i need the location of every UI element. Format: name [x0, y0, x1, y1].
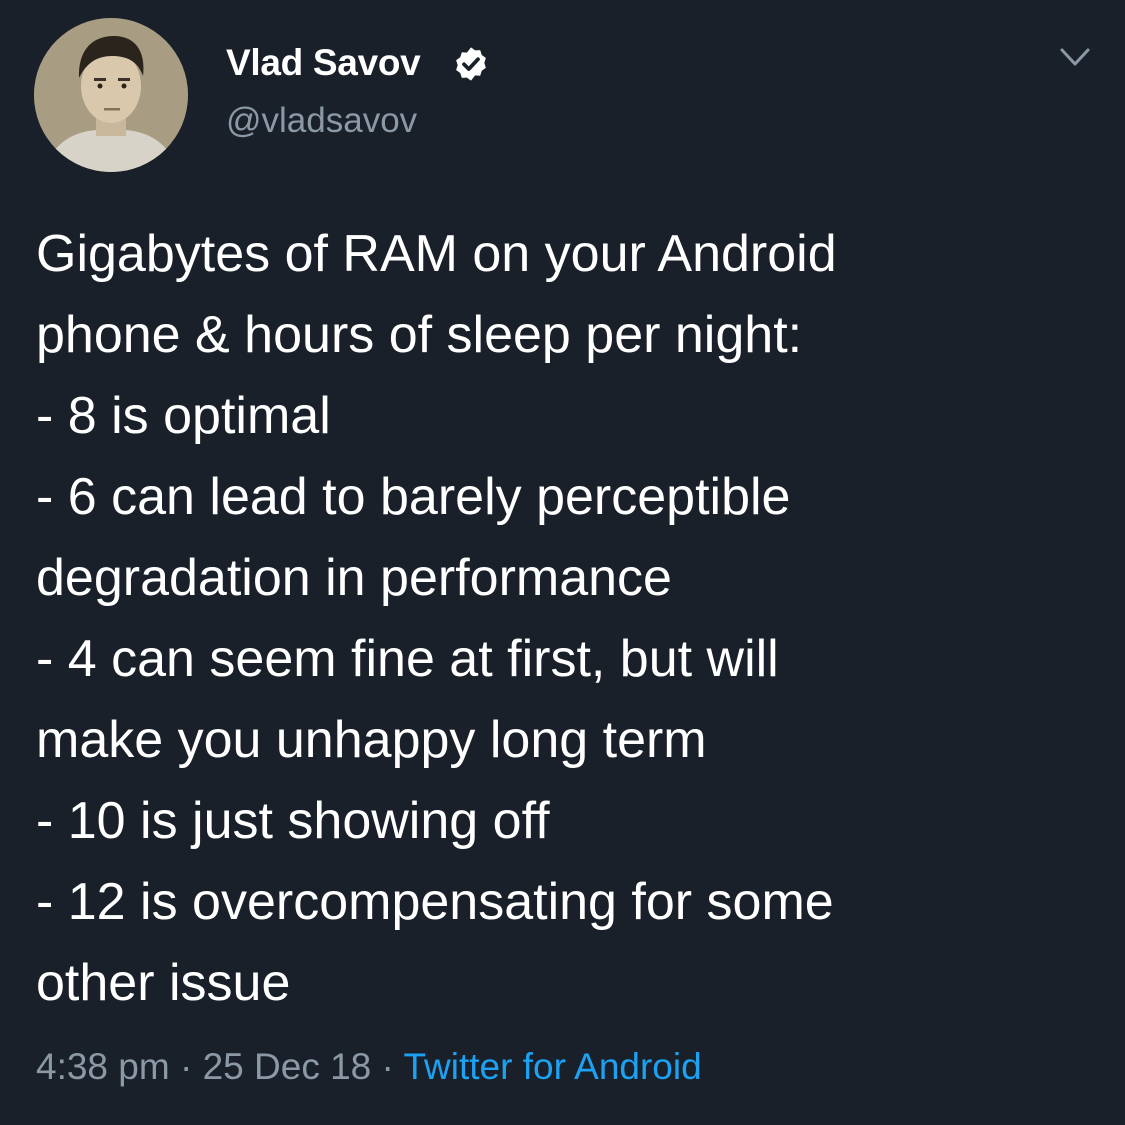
tweet-text-line: - 6 can lead to barely perceptible	[36, 468, 791, 526]
tweet-time[interactable]: 4:38 pm	[36, 1046, 170, 1087]
tweet-text-line: - 12 is overcompensating for some	[36, 873, 834, 931]
avatar-portrait	[34, 18, 188, 172]
tweet-text-line: make you unhappy long term	[36, 711, 707, 769]
chevron-down-icon[interactable]	[1058, 43, 1092, 71]
tweet-text: Gigabytes of RAM on your Android phone &…	[36, 214, 1096, 1024]
tweet-text-line: phone & hours of sleep per night:	[36, 306, 803, 364]
meta-separator: ·	[371, 1046, 404, 1087]
user-handle[interactable]: @vladsavov	[226, 101, 417, 141]
tweet-text-line: - 8 is optimal	[36, 387, 331, 445]
tweet-text-line: Gigabytes of RAM on your Android	[36, 225, 837, 283]
tweet-text-line: - 10 is just showing off	[36, 792, 550, 850]
tweet-date[interactable]: 25 Dec 18	[203, 1046, 372, 1087]
tweet-source-link[interactable]: Twitter for Android	[403, 1046, 701, 1087]
verified-badge-icon	[456, 47, 486, 81]
display-name[interactable]: Vlad Savov	[226, 42, 421, 84]
meta-separator: ·	[169, 1046, 203, 1087]
tweet-text-line: other issue	[36, 954, 291, 1012]
tweet-text-line: - 4 can seem fine at first, but will	[36, 630, 779, 688]
tweet-card: Vlad Savov @vladsavov Gigabytes of RAM o…	[0, 0, 1125, 1125]
tweet-text-line: degradation in performance	[36, 549, 672, 607]
avatar[interactable]	[34, 18, 188, 172]
tweet-metadata: 4:38 pm · 25 Dec 18 · Twitter for Androi…	[36, 1046, 702, 1088]
